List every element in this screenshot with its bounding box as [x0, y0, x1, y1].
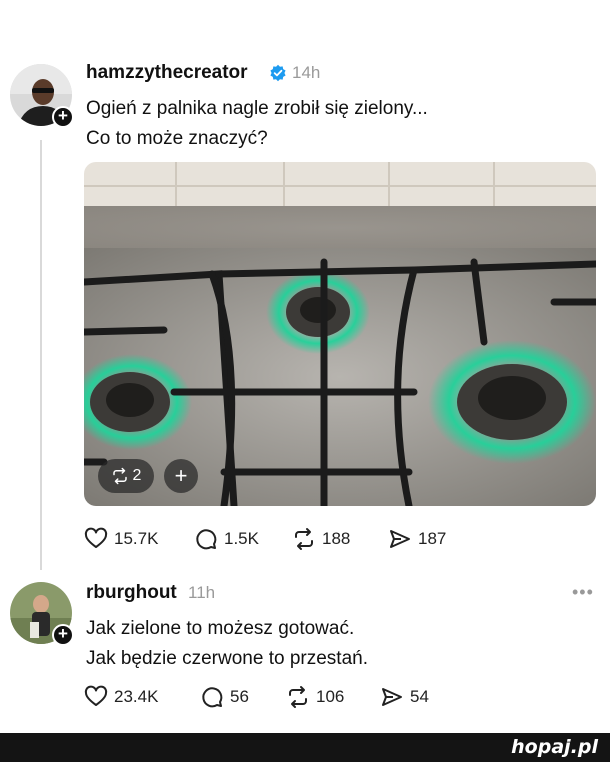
heart-icon [84, 527, 108, 548]
reply-username[interactable]: rburghout [86, 582, 177, 604]
post-time: 14h [292, 63, 321, 82]
comment-icon [196, 529, 217, 550]
share-button[interactable]: 187 [388, 527, 446, 551]
repost-icon [289, 686, 307, 708]
like-button[interactable]: 23.4K [84, 685, 200, 709]
like-button[interactable]: 15.7K [84, 527, 194, 551]
share-count: 187 [418, 529, 447, 548]
share-button[interactable]: 54 [380, 685, 429, 709]
repost-icon [112, 467, 127, 485]
repost-count: 188 [322, 529, 351, 548]
comment-button[interactable]: 1.5K [194, 527, 292, 551]
repost-button[interactable]: 106 [286, 685, 380, 709]
comment-count: 56 [230, 687, 249, 706]
brand-logo[interactable]: hopaj.pl [511, 736, 598, 758]
reply-text-line-2: Jak będzie czerwone to przestań. [86, 648, 368, 669]
follow-plus-icon[interactable]: + [52, 106, 74, 128]
comment-button[interactable]: 56 [200, 685, 286, 709]
heart-icon [84, 685, 108, 706]
repost-button[interactable]: 188 [292, 527, 388, 551]
reply-actions: 23.4K 56 106 54 [84, 685, 429, 709]
reply-text-line-1: Jak zielone to możesz gotować. [86, 618, 355, 639]
carousel-count-button[interactable]: 2 [98, 459, 154, 493]
post-text-line-1: Ogień z palnika nagle zrobił się zielony… [86, 98, 428, 119]
gas-stove-image [84, 162, 596, 506]
follow-plus-icon[interactable]: + [52, 624, 74, 646]
comment-icon [202, 687, 223, 708]
add-label: + [174, 463, 188, 488]
repost-count: 106 [316, 687, 345, 706]
more-options-icon[interactable]: ••• [572, 582, 594, 603]
thread-line [40, 140, 42, 570]
like-count: 23.4K [114, 687, 159, 706]
carousel-count: 2 [132, 467, 142, 484]
post-text-line-2: Co to może znaczyć? [86, 128, 268, 149]
reply-time: 11h [188, 583, 216, 602]
share-count: 54 [410, 687, 429, 706]
footer-bar: hopaj.pl [0, 733, 610, 762]
like-count: 15.7K [114, 529, 159, 548]
post-image[interactable]: 2 + [84, 162, 596, 506]
post-actions: 15.7K 1.5K 188 187 [84, 527, 446, 551]
verified-badge-icon [270, 64, 286, 82]
share-icon [382, 688, 402, 706]
post-username[interactable]: hamzzythecreator [86, 62, 248, 84]
repost-icon [295, 528, 313, 550]
share-icon [390, 530, 410, 548]
add-media-button[interactable]: + [164, 459, 198, 493]
comment-count: 1.5K [224, 529, 259, 548]
